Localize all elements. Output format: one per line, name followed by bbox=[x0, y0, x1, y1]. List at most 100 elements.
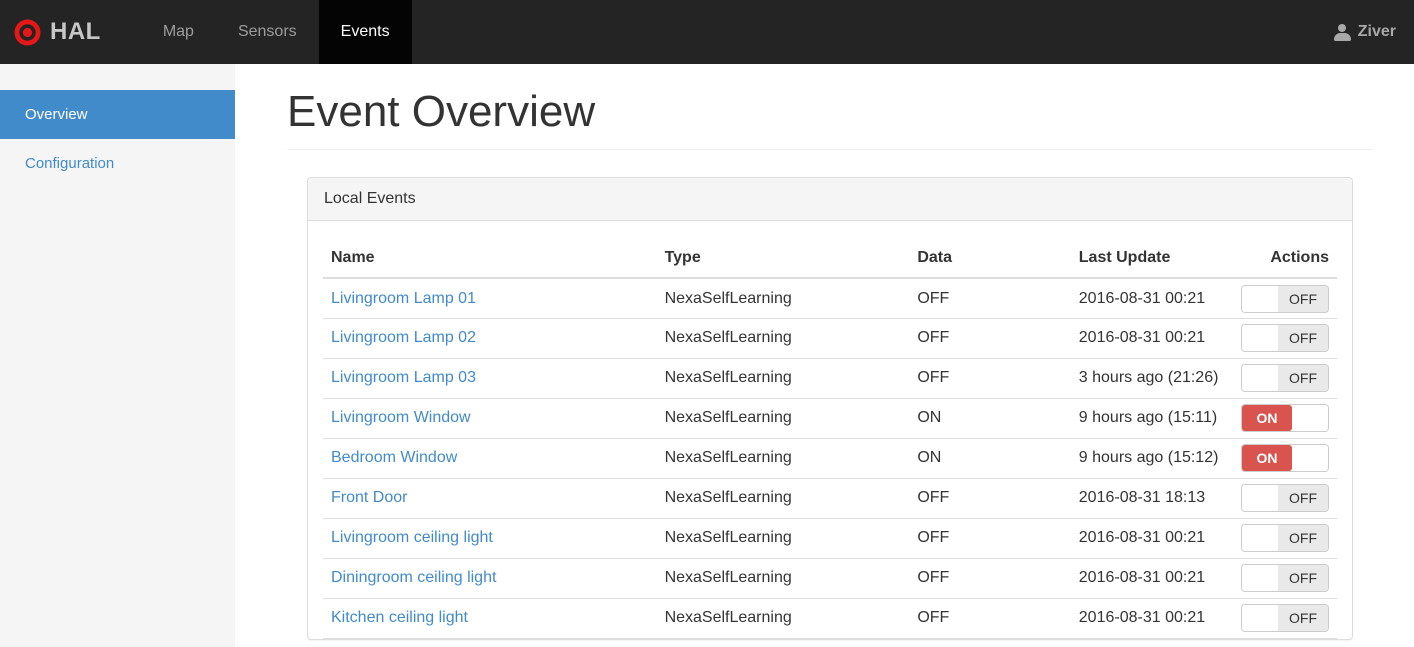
table-row: Livingroom ceiling light NexaSelfLearning… bbox=[323, 518, 1337, 559]
top-navbar: HAL Map Sensors Events Ziver bbox=[0, 0, 1414, 64]
toggle-switch-handle bbox=[1242, 485, 1278, 512]
toggle-switch-state-label: OFF bbox=[1278, 565, 1328, 592]
nav-item-events[interactable]: Events bbox=[318, 0, 412, 64]
column-header-name: Name bbox=[323, 236, 657, 280]
cell-data: ON bbox=[909, 438, 1071, 479]
toggle-switch[interactable]: OFF bbox=[1241, 364, 1329, 393]
navbar-items: Map Sensors Events bbox=[141, 0, 412, 64]
cell-name: Livingroom Lamp 03 bbox=[323, 358, 657, 399]
cell-actions: ON bbox=[1232, 398, 1337, 439]
event-name-link[interactable]: Livingroom ceiling light bbox=[331, 529, 493, 546]
toggle-switch-state-label: ON bbox=[1242, 405, 1292, 432]
cell-data: OFF bbox=[909, 318, 1071, 359]
cell-data: OFF bbox=[909, 358, 1071, 399]
toggle-switch[interactable]: ON bbox=[1241, 404, 1329, 433]
user-menu[interactable]: Ziver bbox=[1333, 0, 1414, 64]
toggle-switch-state-label: ON bbox=[1242, 445, 1292, 472]
toggle-switch[interactable]: OFF bbox=[1241, 524, 1329, 553]
user-icon bbox=[1333, 23, 1351, 41]
cell-name: Livingroom Lamp 01 bbox=[323, 278, 657, 319]
user-name: Ziver bbox=[1357, 23, 1396, 40]
table-row: Diningroom ceiling light NexaSelfLearning… bbox=[323, 558, 1337, 599]
toggle-switch[interactable]: OFF bbox=[1241, 484, 1329, 513]
toggle-switch-handle bbox=[1242, 285, 1278, 312]
cell-actions: ON bbox=[1232, 438, 1337, 479]
cell-type: NexaSelfLearning bbox=[656, 518, 910, 559]
events-table-head-row: Name Type Data Last Update Actions bbox=[323, 236, 1337, 280]
local-events-panel: Local Events Name Type Data Last Update Acti… bbox=[307, 177, 1353, 640]
cell-last-update: 2016-08-31 00:21 bbox=[1070, 518, 1233, 559]
cell-type: NexaSelfLearning bbox=[656, 278, 910, 319]
toggle-switch-state-label: OFF bbox=[1278, 285, 1328, 312]
toggle-switch[interactable]: OFF bbox=[1241, 284, 1329, 313]
nav-item-map[interactable]: Map bbox=[141, 0, 216, 64]
events-table: Name Type Data Last Update Actions Livingroo… bbox=[323, 236, 1337, 639]
cell-actions: OFF bbox=[1232, 358, 1337, 399]
hal-logo-icon bbox=[14, 19, 41, 46]
nav-item-sensors[interactable]: Sensors bbox=[216, 0, 319, 64]
toggle-switch[interactable]: OFF bbox=[1241, 604, 1329, 633]
toggle-switch-state-label: OFF bbox=[1278, 525, 1328, 552]
cell-last-update: 2016-08-31 18:13 bbox=[1070, 478, 1233, 519]
page-title-divider bbox=[287, 149, 1373, 151]
cell-name: Livingroom Lamp 02 bbox=[323, 318, 657, 359]
panel-body: Name Type Data Last Update Actions Livingroo… bbox=[308, 221, 1352, 639]
table-row: Livingroom Window NexaSelfLearning ON 9 hou… bbox=[323, 398, 1337, 439]
cell-type: NexaSelfLearning bbox=[656, 558, 910, 599]
brand-title: HAL bbox=[50, 18, 101, 45]
cell-last-update: 2016-08-31 00:21 bbox=[1070, 318, 1233, 359]
cell-type: NexaSelfLearning bbox=[656, 478, 910, 519]
toggle-switch-state-label: OFF bbox=[1278, 325, 1328, 352]
table-row: Livingroom Lamp 03 NexaSelfLearning OFF 3 h… bbox=[323, 358, 1337, 399]
event-name-link[interactable]: Livingroom Lamp 02 bbox=[331, 329, 476, 346]
cell-type: NexaSelfLearning bbox=[656, 438, 910, 479]
event-name-link[interactable]: Livingroom Lamp 01 bbox=[331, 290, 476, 307]
event-name-link[interactable]: Livingroom Window bbox=[331, 409, 471, 426]
cell-name: Front Door bbox=[323, 478, 657, 519]
cell-actions: OFF bbox=[1232, 558, 1337, 599]
column-header-data: Data bbox=[909, 236, 1071, 280]
cell-name: Kitchen ceiling light bbox=[323, 598, 657, 639]
toggle-switch-state-label: OFF bbox=[1278, 365, 1328, 392]
cell-last-update: 2016-08-31 00:21 bbox=[1070, 278, 1233, 319]
toggle-switch-handle bbox=[1292, 445, 1328, 472]
cell-actions: OFF bbox=[1232, 598, 1337, 639]
panel-title: Local Events bbox=[308, 178, 1352, 222]
sidebar: Overview Configuration bbox=[0, 64, 235, 647]
table-row: Kitchen ceiling light NexaSelfLearning OFF… bbox=[323, 598, 1337, 639]
toggle-switch[interactable]: ON bbox=[1241, 444, 1329, 473]
cell-data: OFF bbox=[909, 278, 1071, 319]
toggle-switch[interactable]: OFF bbox=[1241, 564, 1329, 593]
cell-last-update: 3 hours ago (21:26) bbox=[1070, 358, 1233, 399]
cell-name: Livingroom ceiling light bbox=[323, 518, 657, 559]
cell-last-update: 9 hours ago (15:11) bbox=[1070, 398, 1233, 439]
cell-name: Livingroom Window bbox=[323, 398, 657, 439]
event-name-link[interactable]: Diningroom ceiling light bbox=[331, 569, 496, 586]
sidebar-item-overview[interactable]: Overview bbox=[0, 90, 235, 139]
cell-name: Diningroom ceiling light bbox=[323, 558, 657, 599]
cell-actions: OFF bbox=[1232, 318, 1337, 359]
event-name-link[interactable]: Livingroom Lamp 03 bbox=[331, 369, 476, 386]
table-row: Front Door NexaSelfLearning OFF 2016-08-31 … bbox=[323, 478, 1337, 519]
cell-data: ON bbox=[909, 398, 1071, 439]
toggle-switch[interactable]: OFF bbox=[1241, 324, 1329, 353]
event-name-link[interactable]: Bedroom Window bbox=[331, 449, 457, 466]
cell-type: NexaSelfLearning bbox=[656, 598, 910, 639]
table-row: Livingroom Lamp 01 NexaSelfLearning OFF 201… bbox=[323, 278, 1337, 319]
cell-data: OFF bbox=[909, 478, 1071, 519]
cell-type: NexaSelfLearning bbox=[656, 318, 910, 359]
event-name-link[interactable]: Kitchen ceiling light bbox=[331, 609, 468, 626]
cell-data: OFF bbox=[909, 558, 1071, 599]
cell-actions: OFF bbox=[1232, 478, 1337, 519]
toggle-switch-handle bbox=[1242, 525, 1278, 552]
toggle-switch-handle bbox=[1242, 565, 1278, 592]
cell-name: Bedroom Window bbox=[323, 438, 657, 479]
sidebar-item-configuration[interactable]: Configuration bbox=[0, 139, 235, 188]
cell-actions: OFF bbox=[1232, 518, 1337, 559]
event-name-link[interactable]: Front Door bbox=[331, 489, 407, 506]
toggle-switch-handle bbox=[1292, 405, 1328, 432]
page-title: Event Overview bbox=[287, 87, 596, 136]
brand[interactable]: HAL bbox=[0, 0, 115, 64]
table-row: Bedroom Window NexaSelfLearning ON 9 hours … bbox=[323, 438, 1337, 479]
column-header-type: Type bbox=[656, 236, 910, 280]
